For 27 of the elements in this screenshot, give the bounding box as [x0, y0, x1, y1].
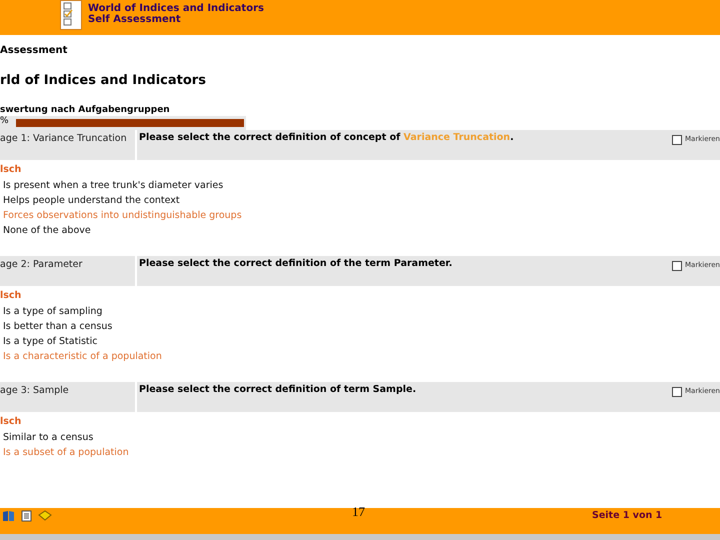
answer-option: Is a type of Statistic — [0, 334, 720, 349]
result-label: lsch — [0, 290, 22, 303]
answer-option: Forces observations into undistinguishable groups — [0, 208, 720, 223]
answer-option: Is a characteristic of a population — [0, 349, 720, 364]
app-title: World of Indices and Indicators — [88, 2, 264, 14]
question-text: Please select the correct definition of the term Parameter. — [139, 258, 452, 271]
question-text: Please select the correct definition of term Sample. — [139, 384, 416, 397]
page-title: rld of Indices and Indicators — [0, 73, 207, 88]
slide-number: 17 — [352, 504, 365, 520]
answer-option: Helps people understand the context — [0, 193, 720, 208]
question-label: age 1: Variance Truncation — [0, 130, 135, 160]
breadcrumb: Assessment — [0, 45, 68, 56]
result-label: lsch — [0, 164, 22, 177]
answer-option: None of the above — [0, 223, 720, 238]
question-text: Please select the correct definition of concept of Variance Truncation. — [139, 132, 514, 145]
answer-option: Is a subset of a population — [0, 445, 720, 460]
answer-option: Is present when a tree trunk's diameter varies — [0, 178, 720, 193]
page-info: Seite 1 von 1 — [592, 510, 662, 521]
result-label: lsch — [0, 416, 22, 429]
answer-option: Similar to a census — [0, 430, 720, 445]
answer-option: Is better than a census — [0, 319, 720, 334]
progress-label: swertung nach Aufgabengruppen — [0, 105, 171, 115]
question-label: age 2: Parameter — [0, 256, 135, 286]
question-label: age 3: Sample — [0, 382, 135, 412]
app-subtitle: Self Assessment — [88, 14, 182, 24]
answer-option: Is a type of sampling — [0, 304, 720, 319]
progress-reading: % — [0, 116, 14, 130]
